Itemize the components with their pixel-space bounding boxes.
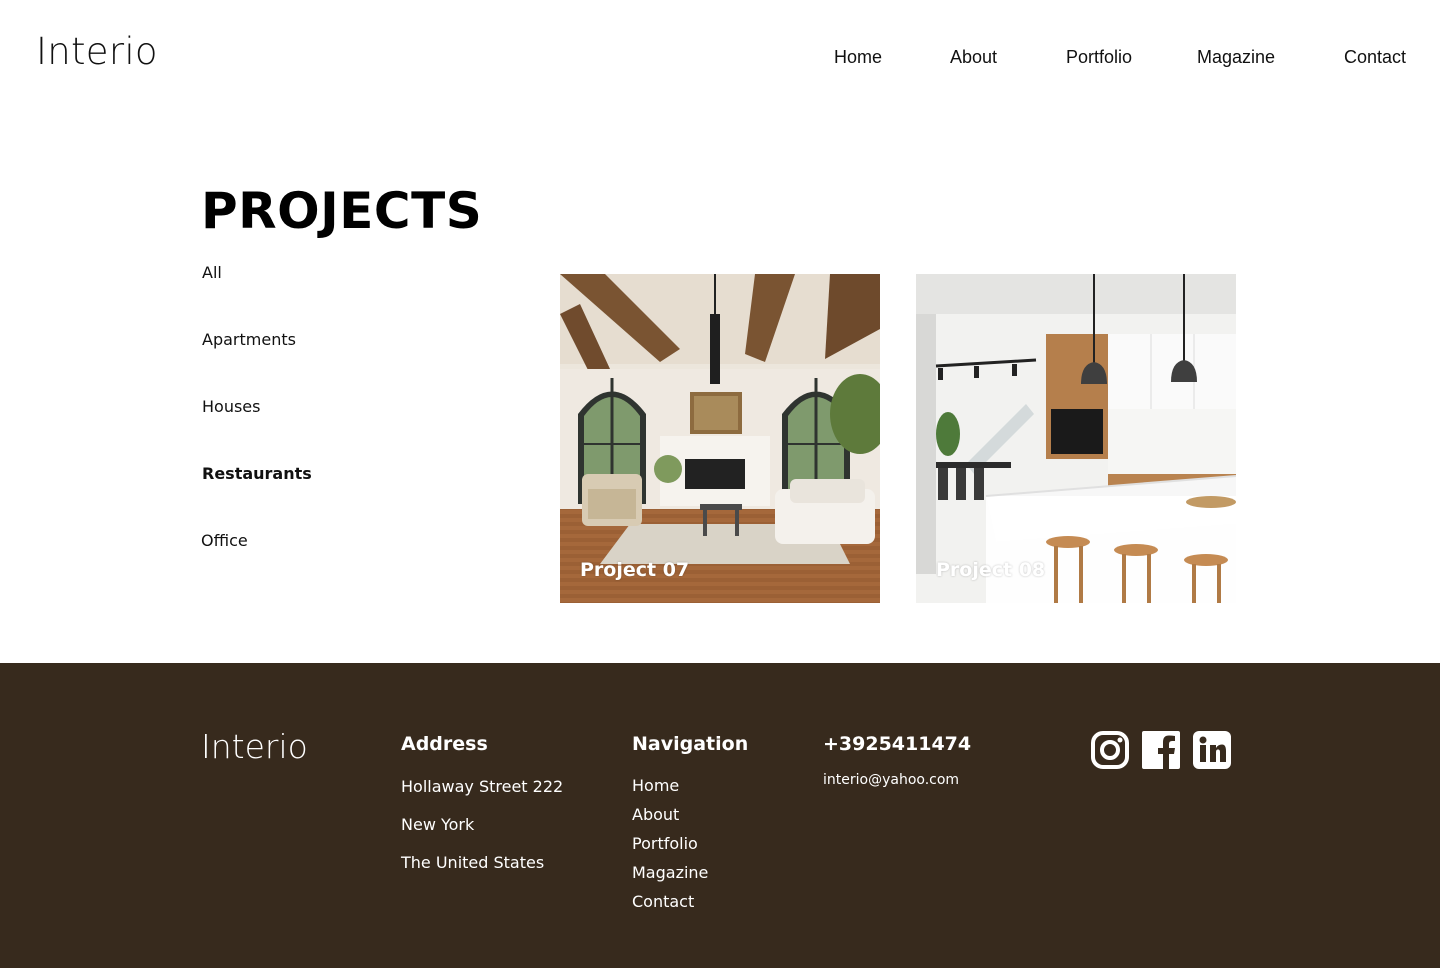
- facebook-icon[interactable]: [1141, 730, 1181, 770]
- project-card-08[interactable]: Project 08: [916, 274, 1236, 603]
- footer-contact: +3925411474 interio@yahoo.com: [823, 733, 971, 788]
- footer-logo[interactable]: Interio: [201, 727, 308, 766]
- project-card-07[interactable]: Project 07: [560, 274, 880, 603]
- nav-contact[interactable]: Contact: [1344, 47, 1406, 68]
- filter-office[interactable]: Office: [201, 531, 312, 598]
- nav-home[interactable]: Home: [834, 47, 882, 68]
- living-room-image: [560, 274, 880, 603]
- filter-apartments[interactable]: Apartments: [202, 330, 312, 397]
- navigation-heading: Navigation: [632, 733, 749, 755]
- kitchen-image: [916, 274, 1236, 603]
- footer-link-about[interactable]: About: [632, 800, 748, 829]
- linkedin-icon[interactable]: [1192, 730, 1232, 770]
- project-label-08: Project 08: [936, 559, 1046, 581]
- instagram-icon[interactable]: [1090, 730, 1130, 770]
- footer-link-home[interactable]: Home: [632, 771, 748, 800]
- nav-magazine[interactable]: Magazine: [1197, 47, 1275, 68]
- main-nav: Home About Portfolio Magazine Contact: [0, 47, 1440, 73]
- filter-restaurants[interactable]: Restaurants: [202, 464, 312, 531]
- site-footer: Interio Address Hollaway Street 222 New …: [0, 663, 1440, 968]
- address-city: New York: [401, 815, 475, 834]
- footer-navigation: Navigation Home About Portfolio Magazine…: [632, 733, 748, 916]
- email-address[interactable]: interio@yahoo.com: [823, 772, 971, 788]
- category-filters: All Apartments Houses Restaurants Office: [201, 263, 312, 598]
- project-label-07: Project 07: [580, 559, 690, 581]
- nav-about[interactable]: About: [950, 47, 997, 68]
- phone-number[interactable]: +3925411474: [823, 733, 971, 755]
- filter-all[interactable]: All: [202, 263, 312, 330]
- nav-portfolio[interactable]: Portfolio: [1066, 47, 1132, 68]
- address-country: The United States: [401, 853, 545, 872]
- footer-link-contact[interactable]: Contact: [632, 887, 748, 916]
- address-street: Hollaway Street 222: [401, 777, 564, 796]
- address-heading: Address: [401, 733, 488, 755]
- footer-address: Address Hollaway Street 222 New York The…: [401, 733, 563, 876]
- footer-link-magazine[interactable]: Magazine: [632, 858, 748, 887]
- page-title: PROJECTS: [201, 182, 483, 240]
- filter-houses[interactable]: Houses: [202, 397, 312, 464]
- footer-link-portfolio[interactable]: Portfolio: [632, 829, 748, 858]
